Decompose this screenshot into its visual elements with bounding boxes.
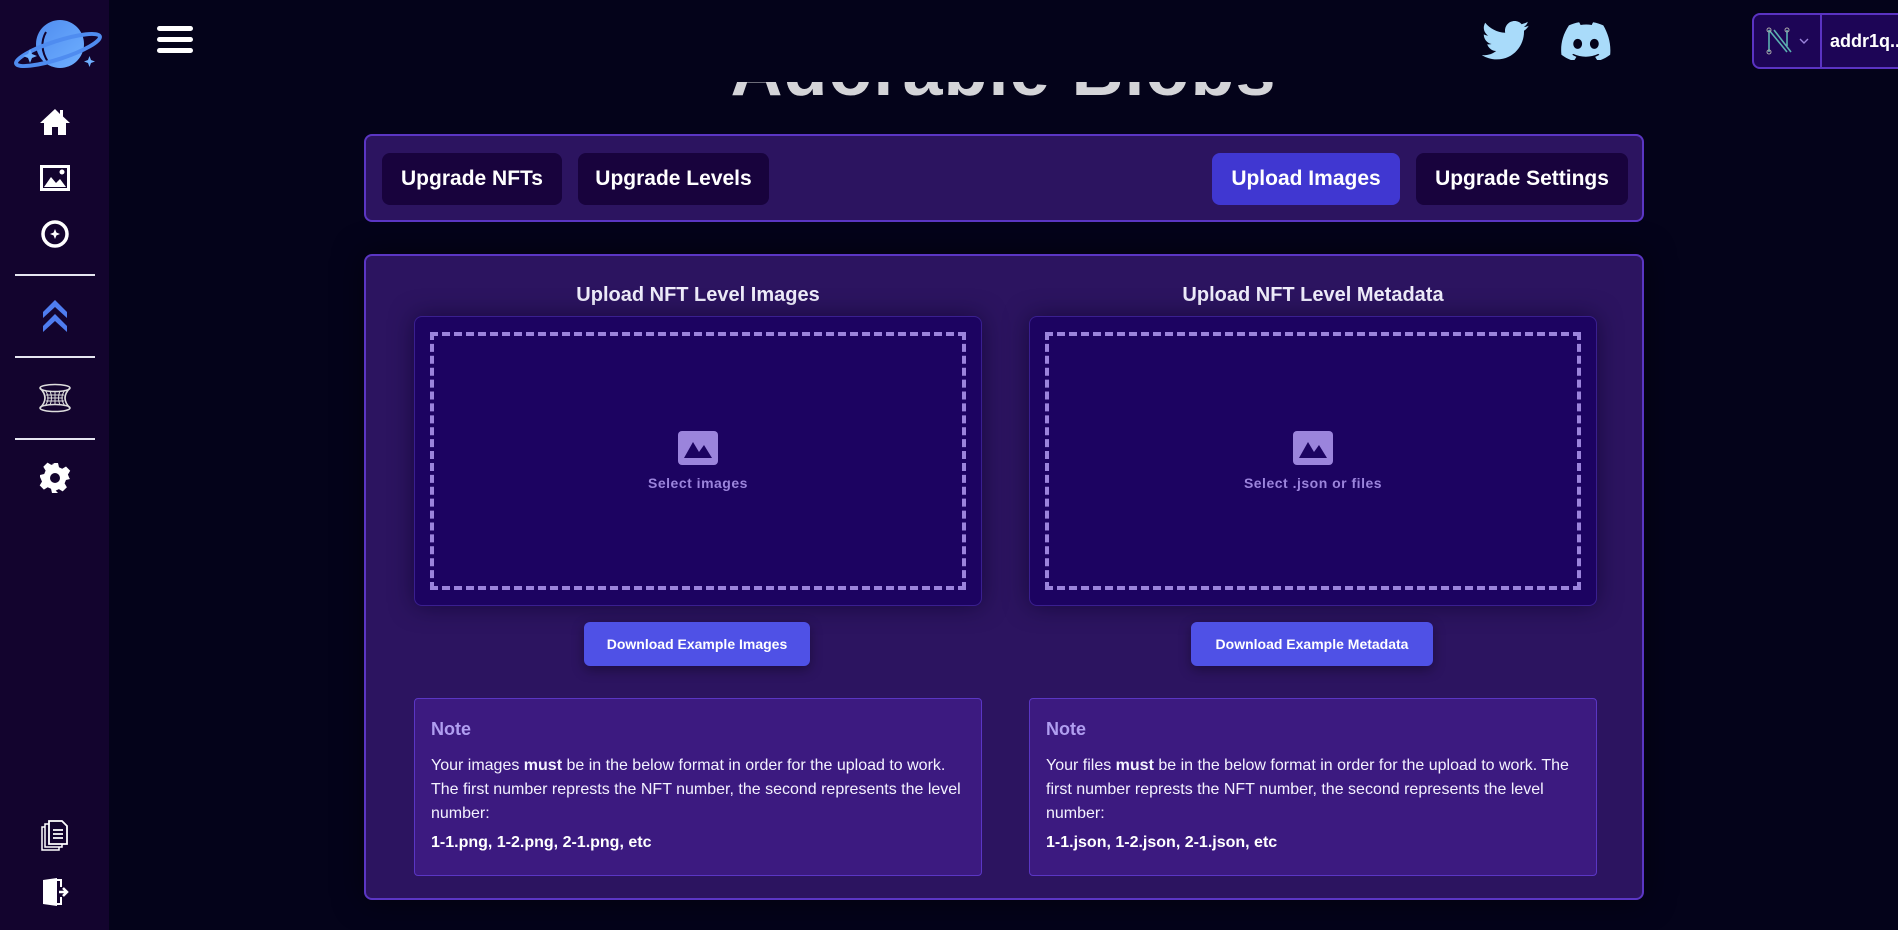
discord-link[interactable]	[1561, 18, 1611, 64]
metadata-dropzone-card: Select .json or files	[1029, 316, 1597, 606]
sidebar-item-explore[interactable]	[37, 216, 73, 252]
note-format-example: 1-1.png, 1-2.png, 2-1.png, etc	[431, 834, 652, 851]
sidebar-item-docs[interactable]	[37, 818, 73, 854]
metadata-dropzone[interactable]: Select .json or files	[1045, 332, 1581, 590]
gear-icon	[39, 462, 70, 493]
image-icon	[39, 165, 70, 191]
sidebar-divider	[14, 438, 95, 440]
double-chevron-up-icon	[42, 300, 67, 332]
twitter-icon	[1482, 21, 1530, 60]
metadata-dropzone-label: Select .json or files	[1243, 475, 1383, 491]
compass-icon	[40, 220, 69, 248]
sidebar-divider	[14, 274, 95, 276]
note-body: Your files must be in the below format i…	[1046, 757, 1569, 822]
menu-toggle-button[interactable]	[157, 26, 193, 56]
wallet-button[interactable]: addr1q...whpg	[1752, 13, 1898, 69]
twitter-link[interactable]	[1481, 18, 1531, 64]
images-dropzone-label: Select images	[648, 475, 748, 491]
image-icon	[1293, 431, 1333, 465]
hamburger-icon	[157, 26, 193, 31]
tab-upload-images[interactable]: Upload Images	[1212, 153, 1400, 205]
note-body: Your images must be in the below format …	[431, 757, 961, 822]
images-dropzone-card: Select images	[414, 316, 982, 606]
sidebar-item-logout[interactable]	[37, 874, 73, 910]
sidebar-item-upgrade[interactable]	[37, 298, 73, 334]
note-title: Note	[431, 719, 471, 739]
tab-upgrade-settings[interactable]: Upgrade Settings	[1416, 153, 1628, 205]
top-header: addr1q...whpg	[109, 0, 1898, 82]
planet-logo-icon[interactable]	[8, 14, 102, 74]
tab-upgrade-nfts[interactable]: Upgrade NFTs	[382, 153, 562, 205]
wallet-selector[interactable]	[1754, 15, 1822, 67]
images-note: Note Your images must be in the below fo…	[414, 698, 982, 876]
logout-icon	[42, 878, 69, 906]
sidebar-item-home[interactable]	[37, 104, 73, 140]
sidebar-item-portal[interactable]	[37, 380, 73, 416]
upload-metadata-title: Upload NFT Level Metadata	[1182, 284, 1444, 306]
download-example-metadata-button[interactable]: Download Example Metadata	[1191, 622, 1433, 666]
discord-icon	[1561, 22, 1611, 60]
image-icon	[678, 431, 718, 465]
nami-wallet-icon	[1766, 27, 1792, 55]
tab-upgrade-levels[interactable]: Upgrade Levels	[578, 153, 769, 205]
wormhole-icon	[38, 383, 71, 413]
images-dropzone[interactable]: Select images	[430, 332, 966, 590]
wallet-address: addr1q...whpg	[1830, 30, 1898, 51]
upload-images-title: Upload NFT Level Images	[576, 284, 820, 306]
metadata-note: Note Your files must be in the below for…	[1029, 698, 1597, 876]
download-example-images-button[interactable]: Download Example Images	[584, 622, 810, 666]
home-icon	[39, 109, 70, 135]
upgrade-tabs: Upgrade NFTs Upgrade Levels Upload Image…	[364, 134, 1644, 222]
sidebar-item-gallery[interactable]	[37, 160, 73, 196]
documents-icon	[40, 820, 68, 851]
note-format-example: 1-1.json, 1-2.json, 2-1.json, etc	[1046, 834, 1278, 851]
note-title: Note	[1046, 719, 1086, 739]
sidebar-divider	[14, 356, 95, 358]
upload-panel: Upload NFT Level Images Select images Do…	[364, 254, 1644, 900]
sidebar-item-settings[interactable]	[37, 460, 73, 496]
chevron-down-icon	[1799, 38, 1809, 44]
sidebar	[0, 0, 109, 930]
